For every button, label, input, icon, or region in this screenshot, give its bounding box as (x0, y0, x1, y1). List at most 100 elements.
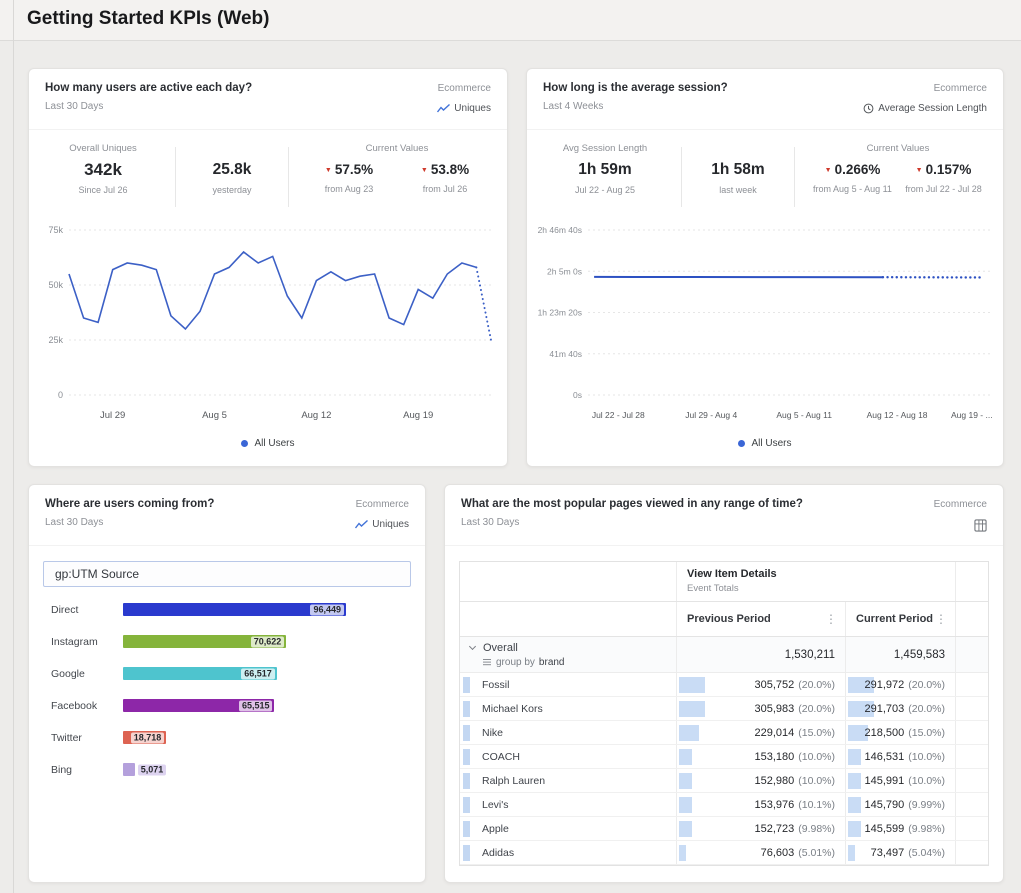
stat-label: Current Values (867, 143, 930, 155)
row-label-cell[interactable]: Adidas (460, 841, 676, 864)
cell-percent: (20.0%) (908, 703, 945, 715)
down-arrow-icon: ▼ (916, 167, 923, 174)
bar-value-label: 66,517 (241, 668, 275, 679)
legend-all-users[interactable]: All Users (527, 438, 1003, 449)
overall-label-wrap: Overallgroup bybrand (462, 642, 565, 668)
legend-all-users[interactable]: All Users (29, 438, 507, 449)
cell-percent: (9.99%) (908, 799, 945, 811)
current-period-header[interactable]: Current Period ⋮ (845, 602, 955, 636)
svg-text:Aug 5 - Aug 11: Aug 5 - Aug 11 (776, 410, 832, 420)
card-header: How long is the average session? Last 4 … (527, 69, 1003, 130)
previous-period-header[interactable]: Previous Period ⋮ (676, 602, 845, 636)
overall-label-line: Overall (468, 642, 565, 654)
stat-value: 25.8k (213, 160, 252, 180)
bar[interactable]: 5,071 (123, 763, 135, 776)
svg-text:Aug 19 - ...: Aug 19 - ... (951, 410, 993, 420)
cell-value: 152,723 (754, 823, 794, 835)
row-end-cell (955, 721, 988, 744)
empty-header-cell (460, 602, 676, 636)
cell-value-bar (848, 845, 855, 861)
svg-text:2h 5m 0s: 2h 5m 0s (547, 266, 582, 276)
previous-total-cell: 1,530,211 (676, 637, 845, 672)
stat-caption: yesterday (212, 185, 251, 195)
card-header-right: Ecommerce Uniques (437, 82, 491, 114)
avg-session-chart[interactable]: 0s41m 40s1h 23m 20s2h 5m 0s2h 46m 40sJul… (530, 220, 1000, 432)
row-label-cell[interactable]: Nike (460, 721, 676, 744)
summary-stats: Avg Session Length 1h 59m Jul 22 - Aug 2… (527, 130, 1003, 220)
svg-text:0: 0 (58, 390, 63, 400)
stat-value: 1h 58m (711, 160, 764, 180)
cell-value-bar (848, 749, 861, 765)
bar-value-label: 70,622 (251, 636, 285, 647)
row-end-cell (955, 769, 988, 792)
row-indicator-bar (463, 845, 470, 861)
row-label-cell[interactable]: Levi's (460, 793, 676, 816)
svg-text:Aug 5: Aug 5 (202, 410, 227, 421)
row-label-cell[interactable]: COACH (460, 745, 676, 768)
bar-row: Google66,517 (43, 667, 425, 680)
row-label: Michael Kors (482, 703, 543, 715)
column-menu-icon[interactable]: ⋮ (825, 612, 837, 626)
cell-value: 153,976 (754, 799, 794, 811)
row-label-cell[interactable]: Fossil (460, 673, 676, 696)
down-arrow-icon: ▼ (421, 167, 428, 174)
overall-label: Overall (483, 642, 518, 654)
bar[interactable]: 66,517 (123, 667, 277, 680)
stat-value: ▼0.157% (916, 161, 972, 179)
total-value: 1,459,583 (894, 649, 945, 661)
bar[interactable]: 65,515 (123, 699, 274, 712)
uniques-trend-icon (437, 104, 450, 113)
utm-bar-chart: Direct96,449Instagram70,622Google66,517F… (43, 603, 425, 776)
change-value: 57.5% (335, 161, 373, 179)
card-title[interactable]: What are the most popular pages viewed i… (461, 498, 803, 510)
cell-value-bar (679, 701, 705, 717)
previous-period-cell: 305,983(20.0%) (676, 697, 845, 720)
bar[interactable]: 18,718 (123, 731, 166, 744)
bar[interactable]: 70,622 (123, 635, 286, 648)
bar-row: Facebook65,515 (43, 699, 425, 712)
cell-percent: (10.0%) (908, 775, 945, 787)
svg-text:25k: 25k (48, 335, 63, 345)
column-menu-icon[interactable]: ⋮ (935, 612, 947, 626)
card-header: What are the most popular pages viewed i… (445, 485, 1003, 546)
row-label-cell[interactable]: Michael Kors (460, 697, 676, 720)
table-grid-icon (974, 519, 987, 532)
utm-source-column-header[interactable]: gp:UTM Source (43, 561, 411, 587)
card-title[interactable]: How long is the average session? (543, 82, 728, 94)
avg-session-stat: Avg Session Length 1h 59m Jul 22 - Aug 2… (541, 143, 669, 211)
bar-row: Bing5,071 (43, 763, 425, 776)
card-title[interactable]: Where are users coming from? (45, 498, 214, 510)
card-title[interactable]: How many users are active each day? (45, 82, 252, 94)
change-stat: ▼0.157% from Jul 22 - Jul 28 (898, 161, 989, 194)
total-value: 1,530,211 (785, 649, 835, 661)
table-group-header-row: View Item Details Event Totals (460, 562, 988, 602)
change-stat: ▼53.8% from Jul 26 (397, 161, 493, 194)
popular-pages-card: What are the most popular pages viewed i… (444, 484, 1004, 883)
card-header-left: How many users are active each day? Last… (45, 82, 252, 112)
row-label-cell[interactable]: Ralph Lauren (460, 769, 676, 792)
stat-value: 1h 59m (578, 160, 631, 180)
bar[interactable]: 96,449 (123, 603, 346, 616)
row-indicator-bar (463, 821, 470, 837)
group-by-icon (483, 658, 491, 666)
row-end-cell (955, 841, 988, 864)
bar-track: 5,071 (123, 763, 346, 776)
row-label-cell[interactable]: Apple (460, 817, 676, 840)
daily-uniques-chart[interactable]: 025k50k75kJul 29Aug 5Aug 12Aug 19 (33, 220, 503, 432)
bar-category-label: Twitter (43, 732, 123, 744)
svg-text:Jul 29: Jul 29 (100, 410, 125, 421)
chevron-down-icon[interactable] (469, 643, 476, 650)
cell-percent: (5.01%) (798, 847, 835, 859)
vertical-divider (175, 147, 176, 207)
source-project-label: Ecommerce (355, 499, 409, 510)
change-stat: ▼57.5% from Aug 23 (301, 161, 397, 194)
current-period-cell: 73,497(5.04%) (845, 841, 955, 864)
cell-value-bar (848, 797, 861, 813)
cell-percent: (20.0%) (798, 703, 835, 715)
overall-label-cell[interactable]: Overallgroup bybrand (460, 637, 676, 672)
metric-label-row: Average Session Length (863, 103, 987, 114)
cell-percent: (10.0%) (908, 751, 945, 763)
cell-value: 305,752 (754, 679, 794, 691)
svg-text:75k: 75k (48, 225, 63, 235)
row-end-cell (955, 673, 988, 696)
